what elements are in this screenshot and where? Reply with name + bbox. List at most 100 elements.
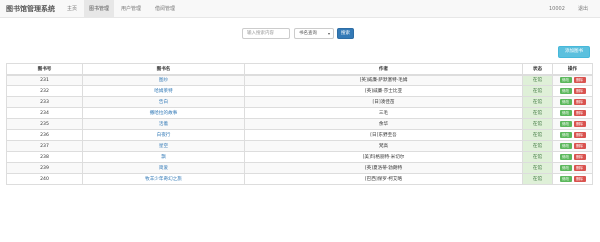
book-id: 237 [6,140,83,152]
row-actions: 修改 删除 [552,85,593,97]
table-row: 236 白夜行 [日]东野圭吾 在馆 修改 删除 [6,129,593,141]
edit-button[interactable]: 修改 [559,131,572,138]
edit-button[interactable]: 修改 [559,109,572,116]
book-name-link[interactable]: 告白 [82,96,245,108]
book-name-link[interactable]: 白夜行 [82,129,245,141]
edit-button[interactable]: 修改 [559,120,572,127]
status-badge: 在馆 [522,140,553,152]
book-author: [日]东野圭吾 [244,129,523,141]
delete-button[interactable]: 删除 [573,142,586,149]
status-badge: 在馆 [522,96,553,108]
book-id: 240 [6,173,83,185]
edit-button[interactable]: 修改 [559,164,572,171]
table-row: 235 活着 余华 在馆 修改 删除 [6,118,593,130]
search-type-value: 书名查询 [299,31,317,36]
delete-button[interactable]: 删除 [573,109,586,116]
row-actions: 修改 删除 [552,162,593,174]
row-actions: 修改 删除 [552,151,593,163]
status-badge: 在馆 [522,74,553,86]
logout-link[interactable]: 退出 [578,0,588,18]
edit-button[interactable]: 修改 [559,175,572,182]
status-badge: 在馆 [522,162,553,174]
book-author: [巴西]保罗·柯艾略 [244,173,523,185]
book-id: 238 [6,151,83,163]
table-header-row: 图书号 图书名 作者 状态 操作 [6,63,593,76]
edit-button[interactable]: 修改 [559,77,572,83]
row-actions: 修改 删除 [552,74,593,86]
edit-button[interactable]: 修改 [559,87,572,94]
chevron-down-icon: ▾ [327,31,330,36]
book-id: 236 [6,129,83,141]
search-input[interactable]: 输入搜索内容 [242,28,290,39]
status-badge: 在馆 [522,85,553,97]
book-table: 图书号 图书名 作者 状态 操作 231 图纱 [英]威廉·萨默塞特·毛姆 在馆… [6,63,593,185]
status-badge: 在馆 [522,107,553,119]
book-id: 233 [6,96,83,108]
book-id: 239 [6,162,83,174]
book-author: [美]玛格丽特·米切尔 [244,151,523,163]
edit-button[interactable]: 修改 [559,142,572,149]
header-actions: 操作 [552,63,593,76]
book-author: 梵高 [244,140,523,152]
header-book-name: 图书名 [82,63,245,76]
search-type-select[interactable]: 书名查询 ▾ [294,28,334,39]
search-button[interactable]: 搜索 [337,28,354,39]
status-badge: 在馆 [522,151,553,163]
book-name-link[interactable]: 星空 [82,140,245,152]
delete-button[interactable]: 删除 [573,98,586,105]
delete-button[interactable]: 删除 [573,153,586,160]
book-name-link[interactable]: 哈姆莱特 [82,85,245,97]
delete-button[interactable]: 删除 [573,77,586,83]
book-author: [日]凑佳苗 [244,96,523,108]
book-name-link[interactable]: 飘 [82,151,245,163]
delete-button[interactable]: 删除 [573,175,586,182]
status-badge: 在馆 [522,118,553,130]
book-name-link[interactable]: 活着 [82,118,245,130]
book-name-link[interactable]: 简爱 [82,162,245,174]
book-id: 235 [6,118,83,130]
nav-book-management[interactable]: 图书管理 [84,0,114,18]
delete-button[interactable]: 删除 [573,131,586,138]
add-book-button[interactable]: 添加图书 [558,46,590,58]
table-row: 239 简爱 [英]夏洛蒂·勃朗特 在馆 修改 删除 [6,162,593,174]
row-actions: 修改 删除 [552,96,593,108]
header-status: 状态 [522,63,553,76]
book-author: 三毛 [244,107,523,119]
book-name-link[interactable]: 撒哈拉的故事 [82,107,245,119]
row-actions: 修改 删除 [552,173,593,185]
book-author: [英]夏洛蒂·勃朗特 [244,162,523,174]
table-row: 237 星空 梵高 在馆 修改 删除 [6,140,593,152]
table-row: 231 图纱 [英]威廉·萨默塞特·毛姆 在馆 修改 删除 [6,74,593,86]
user-id[interactable]: 10002 [549,0,565,18]
edit-button[interactable]: 修改 [559,153,572,160]
app-brand[interactable]: 图书馆管理系统 [6,0,55,18]
book-name-link[interactable]: 图纱 [82,74,245,86]
table-row: 238 飘 [美]玛格丽特·米切尔 在馆 修改 删除 [6,151,593,163]
book-author: [英]威廉·萨默塞特·毛姆 [244,74,523,86]
table-row: 232 哈姆莱特 [英]威廉·莎士比亚 在馆 修改 删除 [6,85,593,97]
table-row: 233 告白 [日]凑佳苗 在馆 修改 删除 [6,96,593,108]
book-author: [英]威廉·莎士比亚 [244,85,523,97]
book-author: 余华 [244,118,523,130]
edit-button[interactable]: 修改 [559,98,572,105]
table-row: 240 牧羊少年奇幻之旅 [巴西]保罗·柯艾略 在馆 修改 删除 [6,173,593,185]
header-author: 作者 [244,63,523,76]
row-actions: 修改 删除 [552,118,593,130]
status-badge: 在馆 [522,173,553,185]
nav-borrow-management[interactable]: 借阅管理 [150,0,180,18]
delete-button[interactable]: 删除 [573,164,586,171]
header-book-id: 图书号 [6,63,83,76]
row-actions: 修改 删除 [552,129,593,141]
delete-button[interactable]: 删除 [573,120,586,127]
nav-user-management[interactable]: 用户管理 [116,0,146,18]
row-actions: 修改 删除 [552,140,593,152]
navbar: 图书馆管理系统 主页 图书管理 用户管理 借阅管理 10002 退出 [0,0,600,18]
nav-home[interactable]: 主页 [62,0,82,18]
row-actions: 修改 删除 [552,107,593,119]
delete-button[interactable]: 删除 [573,87,586,94]
book-id: 231 [6,74,83,86]
book-id: 232 [6,85,83,97]
status-badge: 在馆 [522,129,553,141]
book-name-link[interactable]: 牧羊少年奇幻之旅 [82,173,245,185]
table-row: 234 撒哈拉的故事 三毛 在馆 修改 删除 [6,107,593,119]
